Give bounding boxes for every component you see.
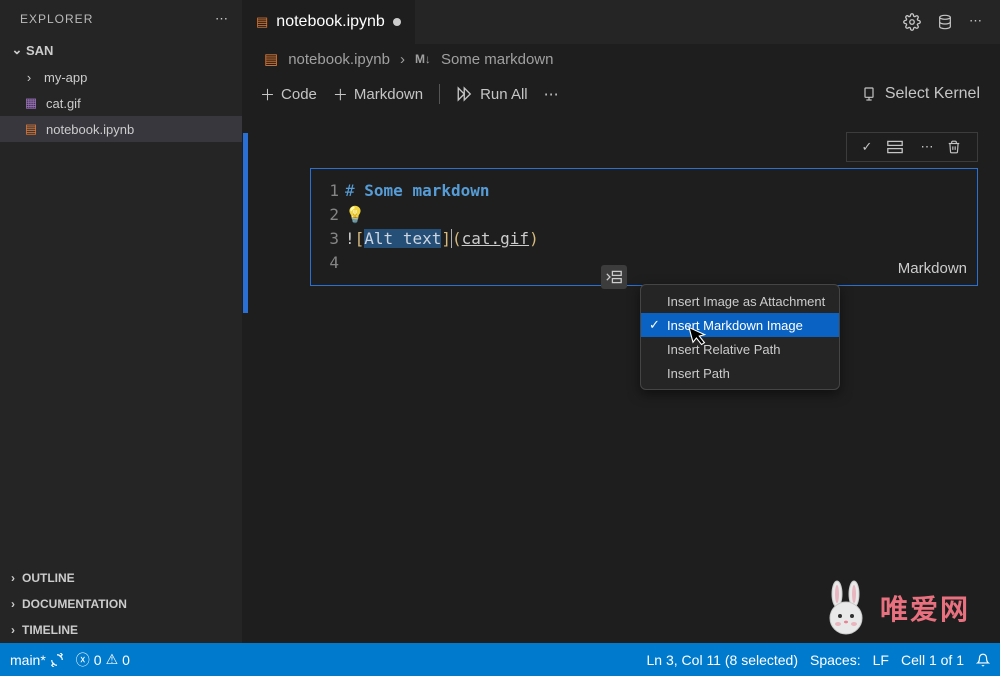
tree-file-cat-gif[interactable]: ▦ cat.gif xyxy=(0,90,242,116)
run-all-button[interactable]: Run All xyxy=(456,86,528,103)
chevron-down-icon: ⌄ xyxy=(10,42,24,58)
panel-timeline[interactable]: ›TIMELINE xyxy=(0,617,242,643)
line-number: 3 xyxy=(319,227,339,251)
folder-root[interactable]: ⌄ SAN xyxy=(0,38,242,62)
watermark: 唯爱网 xyxy=(822,580,970,636)
chevron-right-icon: › xyxy=(6,597,20,611)
chevron-right-icon: › xyxy=(400,51,405,68)
explorer-title: EXPLORER xyxy=(20,12,93,26)
breadcrumb-file: notebook.ipynb xyxy=(288,51,390,68)
bunny-icon xyxy=(822,580,872,636)
tree-folder-my-app[interactable]: › my-app xyxy=(0,64,242,90)
explorer-header: EXPLORER ⋯ xyxy=(0,0,242,38)
breadcrumb-symbol: Some markdown xyxy=(441,51,554,68)
editor-area: ▤ notebook.ipynb ⋯ ▤ notebook.ipynb › M↓… xyxy=(242,0,1000,643)
markdown-symbol-icon: M↓ xyxy=(415,52,431,66)
status-branch[interactable]: main* xyxy=(10,652,64,668)
status-cell[interactable]: Cell 1 of 1 xyxy=(901,652,964,668)
lightbulb-icon: 💡 xyxy=(345,205,365,224)
chevron-right-icon: › xyxy=(22,70,36,85)
split-icon[interactable] xyxy=(887,140,907,154)
code-line-4 xyxy=(345,251,977,275)
tree-label: cat.gif xyxy=(46,96,81,111)
markdown-cell[interactable]: 1 2 3 4 # Some markdown 💡 ![Alt text](ca… xyxy=(310,168,978,286)
sidebar-bottom-panels: ›OUTLINE ›DOCUMENTATION ›TIMELINE xyxy=(0,565,242,643)
status-spaces[interactable]: Spaces: xyxy=(810,652,861,668)
file-tree: › my-app ▦ cat.gif ▤ notebook.ipynb xyxy=(0,62,242,144)
root-label: SAN xyxy=(26,43,53,58)
watermark-text: 唯爱网 xyxy=(880,588,970,628)
gear-icon[interactable] xyxy=(903,13,921,31)
run-all-icon xyxy=(456,86,474,102)
menu-insert-relative-path[interactable]: Insert Relative Path xyxy=(641,337,839,361)
more-icon[interactable]: ⋯ xyxy=(215,11,228,27)
check-icon: ✓ xyxy=(649,317,660,333)
cell-type-label[interactable]: Markdown xyxy=(898,260,967,277)
notebook-icon: ▤ xyxy=(256,14,268,30)
more-icon[interactable]: ⋯ xyxy=(917,139,937,155)
line-number: 4 xyxy=(319,251,339,275)
tab-label: notebook.ipynb xyxy=(276,13,385,31)
code-line-3: ![Alt text](cat.gif) xyxy=(345,227,977,251)
add-markdown-button[interactable]: ＋ Markdown xyxy=(333,84,423,105)
tab-bar: ▤ notebook.ipynb ⋯ xyxy=(242,0,1000,44)
context-menu: Insert Image as Attachment ✓ Insert Mark… xyxy=(640,284,840,390)
tree-file-notebook[interactable]: ▤ notebook.ipynb xyxy=(0,116,242,142)
database-icon[interactable] xyxy=(937,13,953,31)
select-kernel-button[interactable]: Select Kernel xyxy=(861,85,980,103)
error-icon: ⓧ xyxy=(76,650,90,670)
panel-documentation[interactable]: ›DOCUMENTATION xyxy=(0,591,242,617)
image-icon: ▦ xyxy=(22,95,40,111)
tab-actions: ⋯ xyxy=(903,13,1000,31)
dirty-indicator xyxy=(393,18,401,26)
status-eol[interactable]: LF xyxy=(873,652,889,668)
notebook-toolbar: ＋ Code ＋ Markdown Run All ⋯ Select Kerne… xyxy=(242,74,1000,114)
code-line-1: # Some markdown xyxy=(345,179,977,203)
bell-icon[interactable] xyxy=(976,652,990,668)
menu-insert-path[interactable]: Insert Path xyxy=(641,361,839,385)
cell-gutter xyxy=(243,133,311,285)
notebook-icon: ▤ xyxy=(264,50,278,68)
explorer-sidebar: EXPLORER ⋯ ⌄ SAN › my-app ▦ cat.gif ▤ no… xyxy=(0,0,242,643)
line-number: 2 xyxy=(319,203,339,227)
panel-outline[interactable]: ›OUTLINE xyxy=(0,565,242,591)
confirm-icon[interactable]: ✓ xyxy=(857,139,877,155)
status-bar: main* ⓧ0 ⚠0 Ln 3, Col 11 (8 selected) Sp… xyxy=(0,643,1000,676)
trash-icon[interactable] xyxy=(947,139,967,155)
breadcrumb[interactable]: ▤ notebook.ipynb › M↓ Some markdown xyxy=(242,44,1000,74)
server-icon xyxy=(861,85,877,103)
add-code-button[interactable]: ＋ Code xyxy=(260,84,317,105)
sync-icon xyxy=(50,653,64,667)
code-line-2: 💡 xyxy=(345,203,977,227)
tree-label: my-app xyxy=(44,70,87,85)
chevron-right-icon: › xyxy=(6,623,20,637)
more-icon[interactable]: ⋯ xyxy=(544,85,559,103)
cell-focus-indicator xyxy=(243,133,248,313)
more-icon[interactable]: ⋯ xyxy=(969,13,982,31)
line-number: 1 xyxy=(319,179,339,203)
menu-insert-markdown-image[interactable]: ✓ Insert Markdown Image xyxy=(641,313,839,337)
tree-label: notebook.ipynb xyxy=(46,122,134,137)
chevron-right-icon: › xyxy=(6,571,20,585)
notebook-icon: ▤ xyxy=(22,121,40,137)
plus-icon: ＋ xyxy=(333,84,348,105)
code-action-widget[interactable] xyxy=(601,265,627,289)
separator xyxy=(439,84,440,104)
code-editor[interactable]: 1 2 3 4 # Some markdown 💡 ![Alt text](ca… xyxy=(311,169,977,285)
menu-insert-image-attachment[interactable]: Insert Image as Attachment xyxy=(641,289,839,313)
warning-icon: ⚠ xyxy=(106,651,119,668)
plus-icon: ＋ xyxy=(260,84,275,105)
status-problems[interactable]: ⓧ0 ⚠0 xyxy=(76,650,130,670)
tab-notebook[interactable]: ▤ notebook.ipynb xyxy=(242,0,415,44)
cell-toolbar: ✓ ⋯ xyxy=(846,132,978,162)
status-cursor-position[interactable]: Ln 3, Col 11 (8 selected) xyxy=(647,652,799,668)
